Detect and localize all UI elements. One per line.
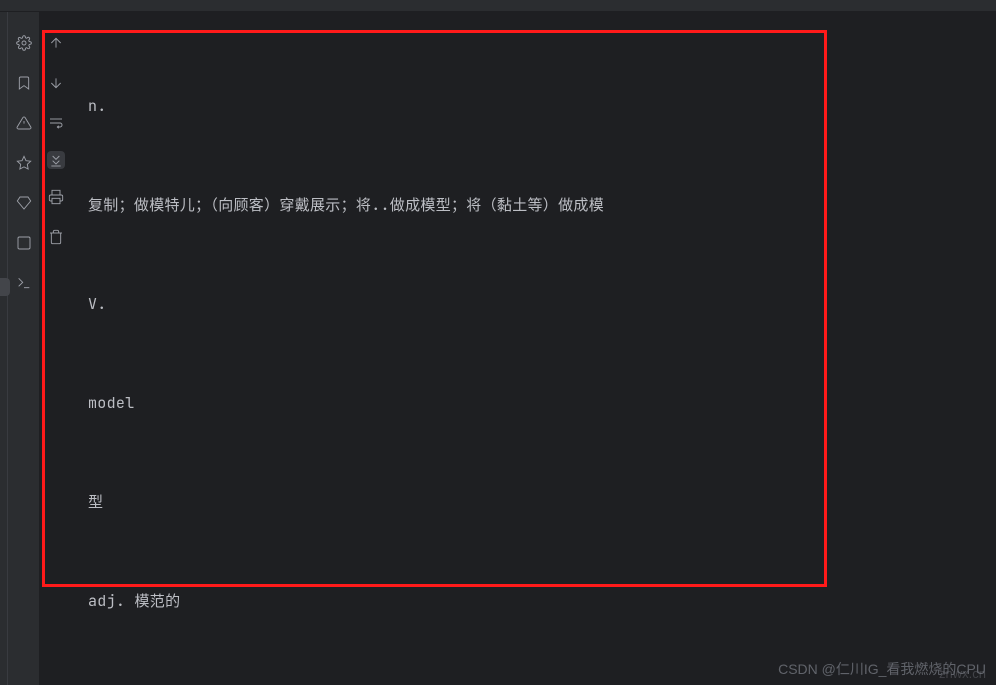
collapse-handle[interactable] [0,278,10,296]
console-gutter [40,12,72,685]
console-line: n. [88,90,976,123]
warning-icon[interactable] [15,114,33,132]
console-line: 型 [88,486,976,519]
left-tool-icons [8,12,40,685]
square-icon[interactable] [15,234,33,252]
main-area: n. 复制；做模特儿；（向顾客）穿戴展示；将..做成模型；将（黏土等）做成模 V… [0,12,996,685]
console-line: V. [88,288,976,321]
arrow-up-icon[interactable] [47,34,65,52]
diamond-icon[interactable] [15,194,33,212]
watermark-primary: CSDN @仁川IG_看我燃烧的CPU [778,659,986,679]
arrow-down-icon[interactable] [47,74,65,92]
console-line: adj. 模范的 [88,585,976,618]
editor-top-bar [0,0,996,12]
scroll-to-end-icon[interactable] [47,151,65,169]
bookmark-icon[interactable] [15,74,33,92]
terminal-icon[interactable] [15,274,33,292]
print-icon[interactable] [47,188,65,206]
trash-icon[interactable] [47,228,65,246]
settings-icon[interactable] [15,34,33,52]
console-line: 复制；做模特儿；（向顾客）穿戴展示；将..做成模型；将（黏土等）做成模 [88,189,976,222]
console-line: model [88,387,976,420]
console-output[interactable]: n. 复制；做模特儿；（向顾客）穿戴展示；将..做成模型；将（黏土等）做成模 V… [72,12,996,685]
soft-wrap-icon[interactable] [47,114,65,132]
tool-window-stripe-left[interactable] [0,12,8,685]
star-icon[interactable] [15,154,33,172]
